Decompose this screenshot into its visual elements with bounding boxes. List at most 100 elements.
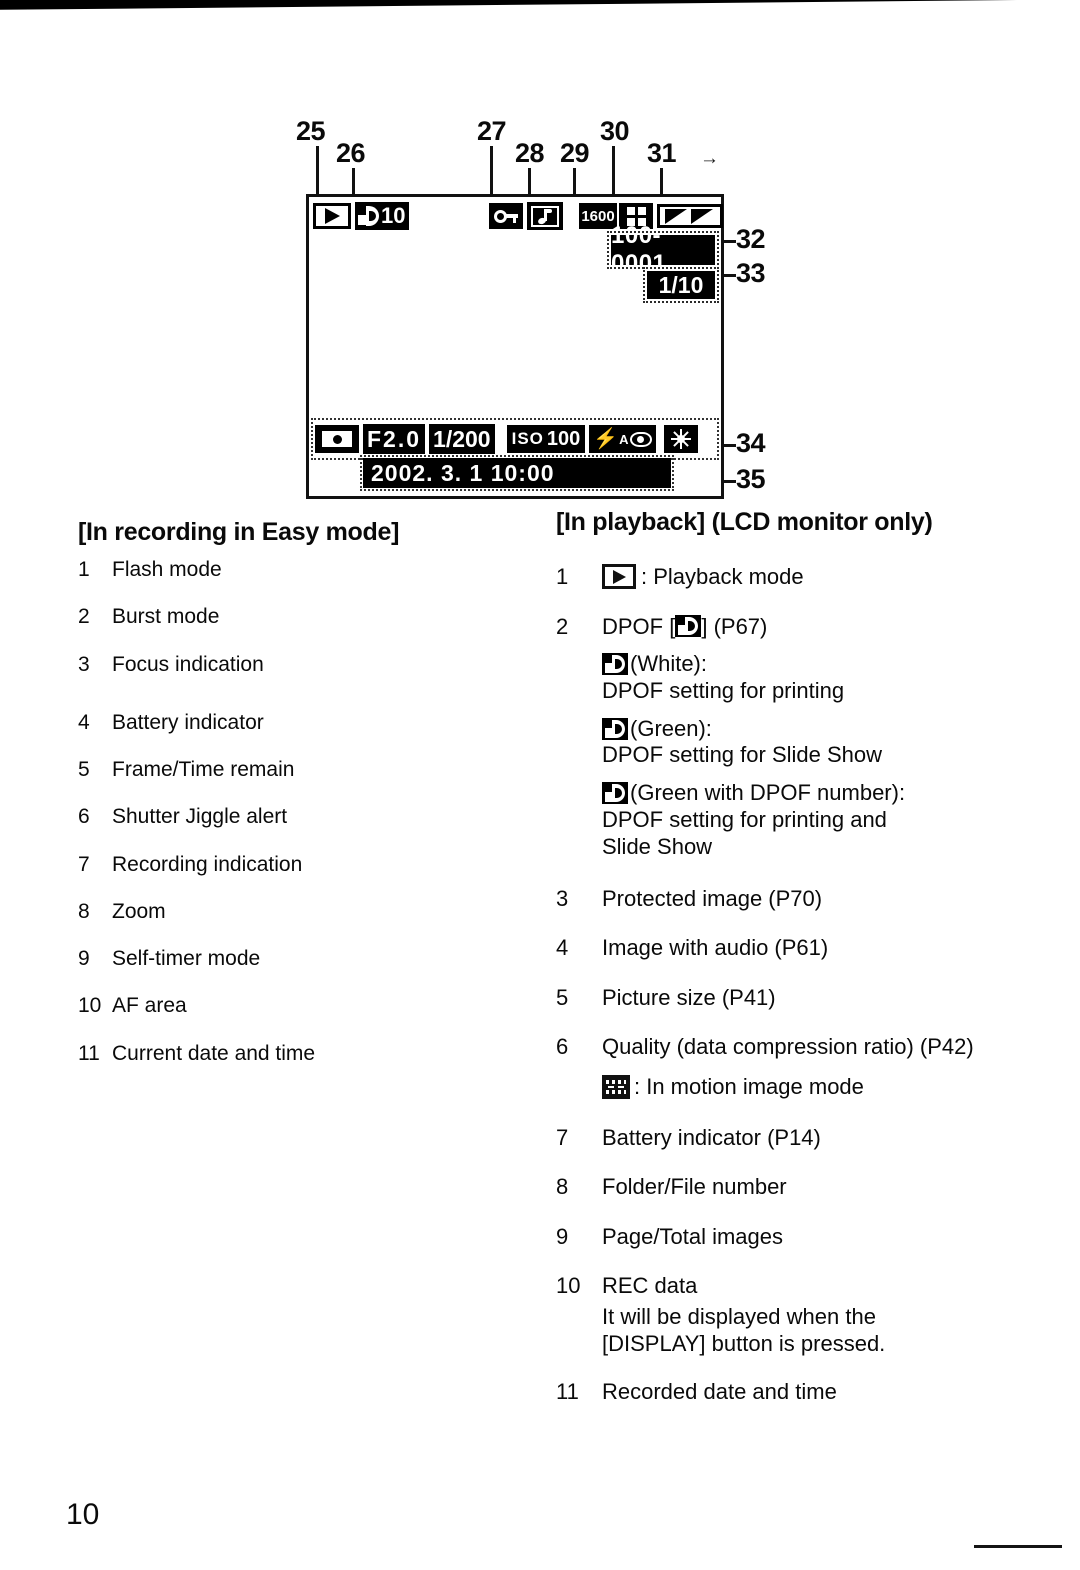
audio-note-icon <box>527 202 563 230</box>
lcd-screen-area: 10 1600 100-0001 1/10 F2.0 1/200 ISO 100… <box>306 194 724 499</box>
item-label: Focus indication <box>112 652 264 676</box>
dpof-icon <box>602 782 628 805</box>
list-item: 3 Protected image (P70) <box>556 885 1026 913</box>
item-label: Flash mode <box>112 558 222 581</box>
dpof-icon <box>602 653 628 675</box>
item-number: 4 <box>556 935 569 961</box>
callout-29: 29 <box>560 138 590 168</box>
item-number: 1 <box>556 564 569 589</box>
dpof-icon <box>358 206 379 226</box>
item-number: 11 <box>556 1378 579 1404</box>
item-label: Page/Total images <box>602 1223 783 1249</box>
item-number: 10 <box>556 1273 581 1299</box>
list-item: 9 Page/Total images <box>556 1223 1026 1251</box>
iso-indicator: ISO 100 <box>506 425 586 453</box>
list-item: 4 Battery indicator <box>78 710 498 736</box>
page-number: 10 <box>66 1498 100 1531</box>
rec-data-note-line-1: It will be displayed when the <box>602 1303 876 1329</box>
dpof-greennum-title-row: (Green with DPOF number): <box>602 780 1026 807</box>
scan-edge-artifact-bottom <box>974 1545 1062 1548</box>
right-legend-list: 1 : Playback mode 2 DPOF [ ] (P67) (Whit… <box>556 563 1026 1405</box>
item-label: Frame/Time remain <box>112 758 295 781</box>
list-item: 2 DPOF [ ] (P67) <box>556 613 1026 641</box>
callout-35: 35 <box>736 464 766 494</box>
item-number: 5 <box>78 758 90 781</box>
item-label: Picture size (P41) <box>602 984 776 1010</box>
item-label: Recording indication <box>112 852 303 876</box>
page-total-images-value: 1/10 <box>643 267 719 303</box>
leader-31 <box>660 168 663 196</box>
dpof-greennum-desc-1: DPOF setting for printing and <box>602 807 887 833</box>
callout-27: 27 <box>477 116 507 146</box>
item-number: 6 <box>78 805 90 829</box>
item-label: Burst mode <box>112 605 220 629</box>
list-item: 7 Recording indication <box>78 852 498 878</box>
dpof-greennum-desc-2: Slide Show <box>602 833 713 859</box>
item-label: AF area <box>112 994 187 1018</box>
list-item: 11 Recorded date and time <box>556 1378 1026 1406</box>
item-number: 7 <box>556 1124 569 1150</box>
iso-value: 100 <box>546 427 581 450</box>
shutter-speed-value: 1/200 <box>429 424 495 454</box>
item-number: 2 <box>78 605 90 629</box>
item-number: 3 <box>78 652 90 676</box>
rec-data-note-line-2: [DISPLAY] button is pressed. <box>602 1331 886 1357</box>
dpof-greennum-title: (Green with DPOF number): <box>630 780 906 806</box>
aperture-value: F2.0 <box>363 424 426 454</box>
item-number: 8 <box>78 899 90 923</box>
iso-label: ISO <box>511 429 544 448</box>
recorded-date-time-value: 2002. 3. 1 10:00 <box>360 455 674 491</box>
dpof-white-desc: DPOF setting for printing <box>602 677 845 703</box>
list-item: 7 Battery indicator (P14) <box>556 1124 1026 1152</box>
leader-25 <box>316 146 319 196</box>
callout-26: 26 <box>336 138 366 168</box>
dpof-indicator-group: 10 <box>355 202 410 230</box>
motion-image-label: : In motion image mode <box>634 1073 864 1099</box>
rec-data-note: It will be displayed when the [DISPLAY] … <box>602 1303 1026 1358</box>
item-number: 4 <box>78 710 90 734</box>
right-legend-column: [In playback] (LCD monitor only) 1 : Pla… <box>556 508 1026 1405</box>
list-item: 5 Frame/Time remain <box>78 757 498 783</box>
item-label: : Playback mode <box>641 564 804 589</box>
item-number: 8 <box>556 1174 569 1200</box>
left-legend-column: [In recording in Easy mode] 1 Flash mode… <box>78 518 498 1067</box>
item-number: 9 <box>556 1223 569 1249</box>
item-label: Folder/File number <box>602 1174 787 1200</box>
red-eye-reduction-icon <box>629 431 652 447</box>
item-label: Self-timer mode <box>112 947 261 970</box>
item-label: Image with audio (P61) <box>602 935 829 961</box>
lcd-display-figure: 25 26 27 28 29 30 31 → 32 33 34 35 10 16… <box>292 116 766 510</box>
rec-data-row: F2.0 1/200 ISO 100 ⚡ A <box>311 418 719 460</box>
item-number: 1 <box>78 558 90 581</box>
callout-31: 31 <box>647 138 677 168</box>
list-item: 4 Image with audio (P61) <box>556 934 1026 962</box>
dpof-green-title-row: (Green): <box>602 716 1026 743</box>
item-label: Protected image (P70) <box>602 885 823 911</box>
item-label: Battery indicator <box>112 710 264 734</box>
leader-29 <box>573 168 576 196</box>
item-label: DPOF [ <box>602 613 676 639</box>
dpof-green-title: (Green): <box>630 715 712 741</box>
dpof-white-title-row: (White): <box>602 651 1026 678</box>
playback-triangle-icon <box>324 208 340 224</box>
playback-mode-icon <box>602 564 636 590</box>
dpof-icon <box>602 717 628 740</box>
item-label: Recorded date and time <box>602 1378 837 1404</box>
list-item: 5 Picture size (P41) <box>556 984 1026 1012</box>
leader-26 <box>352 168 355 196</box>
list-item: 10 AF area <box>78 993 498 1019</box>
list-item: 11 Current date and time <box>78 1041 498 1067</box>
list-item: 1 : Playback mode <box>556 563 1026 591</box>
left-column-heading: [In recording in Easy mode] <box>78 518 400 546</box>
list-item: 8 Folder/File number <box>556 1173 1026 1201</box>
camera-icon <box>315 425 359 453</box>
list-item: 9 Self-timer mode <box>78 946 498 972</box>
item-number: 9 <box>78 947 90 970</box>
sun-white-balance-icon <box>663 425 698 453</box>
item-number: 11 <box>78 1041 100 1065</box>
scan-edge-artifact-top <box>0 0 1080 10</box>
item-label: Shutter Jiggle alert <box>112 805 288 829</box>
folder-file-number-value: 100-0001 <box>607 222 719 277</box>
list-item: 1 Flash mode <box>78 557 498 583</box>
callout-32: 32 <box>736 224 766 254</box>
